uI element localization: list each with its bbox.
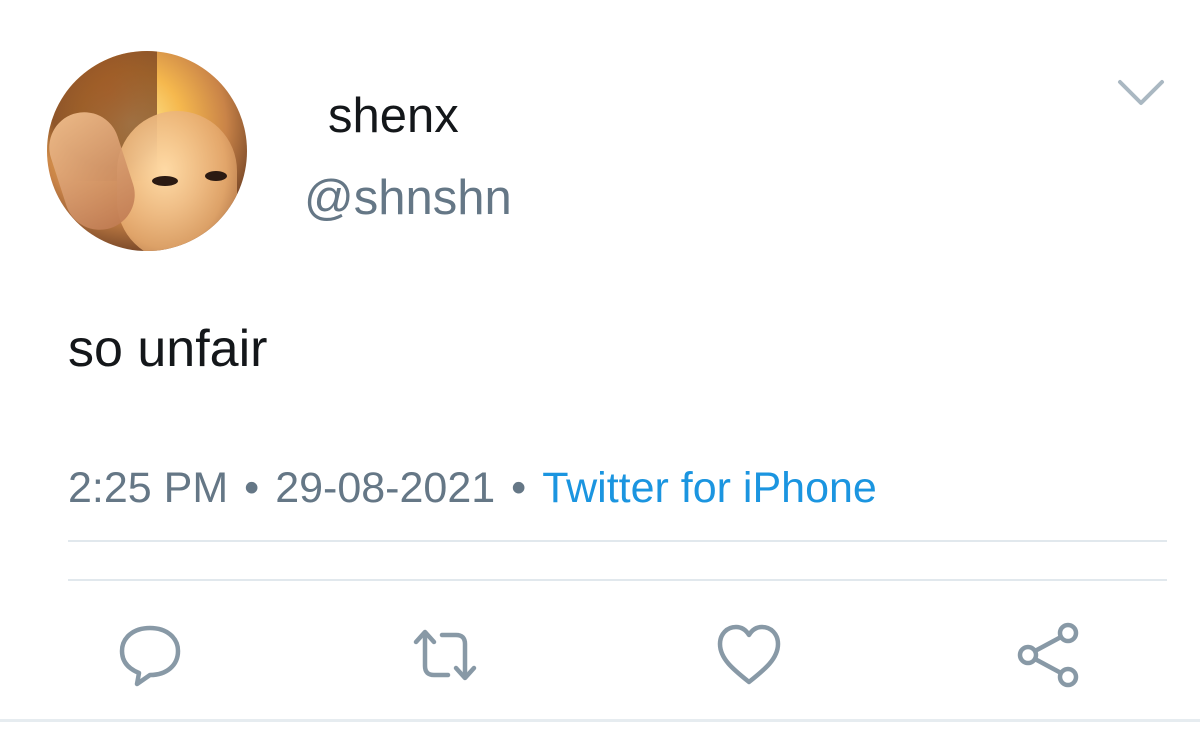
tweet-card: shenx @shnshn so unfair 2:25 PM • 29-08-20… xyxy=(0,0,1200,740)
avatar-eye-right xyxy=(205,171,227,181)
avatar-eye-left xyxy=(152,176,178,186)
retweet-icon xyxy=(413,629,477,681)
tweet-meta: 2:25 PM • 29-08-2021 • Twitter for iPhone xyxy=(68,460,877,516)
tweet-date[interactable]: 29-08-2021 xyxy=(275,464,495,512)
meta-separator: • xyxy=(511,464,527,512)
tweet-source-link[interactable]: Twitter for iPhone xyxy=(542,464,877,512)
share-button[interactable] xyxy=(1013,620,1083,690)
meta-separator: • xyxy=(244,464,260,512)
reply-button[interactable] xyxy=(115,620,185,690)
chevron-down-icon[interactable] xyxy=(1116,76,1166,110)
divider xyxy=(68,579,1167,581)
retweet-button[interactable] xyxy=(410,620,480,690)
tweet-text: so unfair xyxy=(68,320,268,378)
like-button[interactable] xyxy=(714,620,784,690)
avatar[interactable] xyxy=(47,51,247,251)
author-handle[interactable]: @shnshn xyxy=(304,168,512,228)
tweet-time[interactable]: 2:25 PM xyxy=(68,464,228,512)
reply-icon xyxy=(119,625,181,687)
heart-icon xyxy=(717,624,781,685)
author-display-name[interactable]: shenx xyxy=(328,86,459,146)
divider xyxy=(0,719,1200,722)
share-icon xyxy=(1017,622,1079,688)
divider xyxy=(68,540,1167,542)
